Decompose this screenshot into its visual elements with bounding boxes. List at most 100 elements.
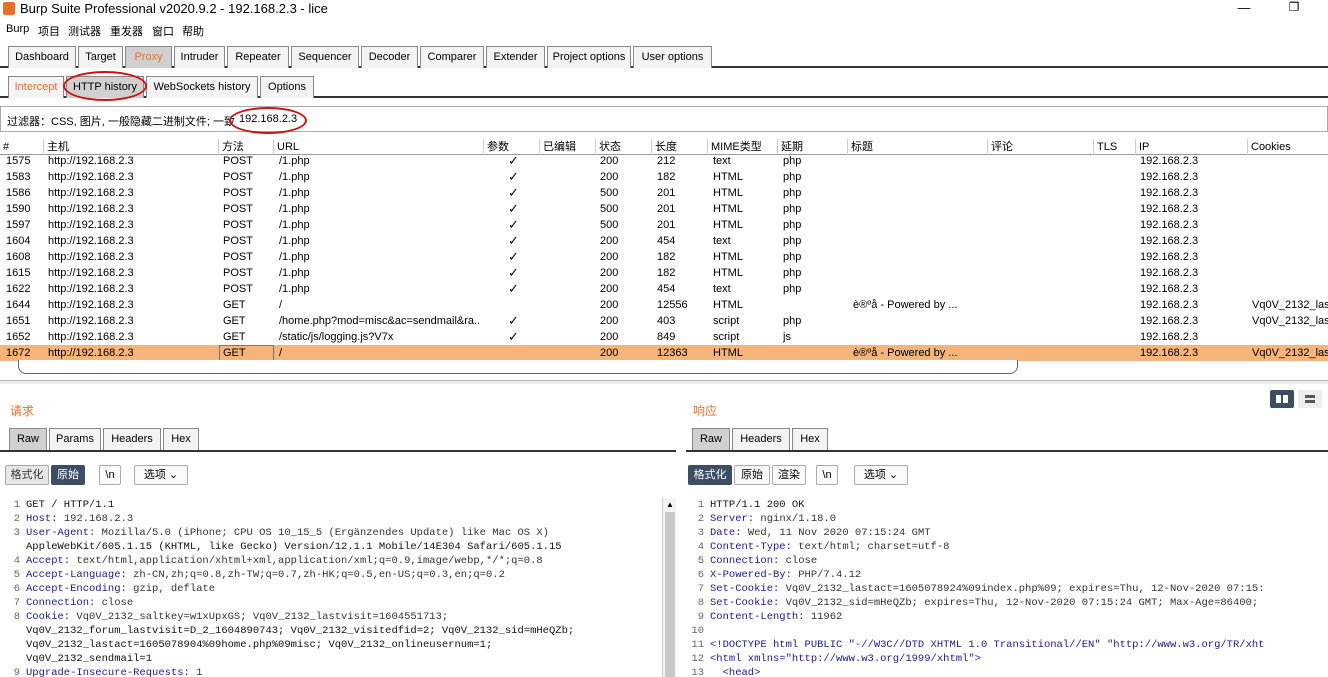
col-comment[interactable]: 评论 (988, 139, 1094, 155)
col-title[interactable]: 标题 (848, 139, 988, 155)
cell-title: è®ºå - Powered by ... (853, 347, 958, 359)
split-vertical-icon[interactable] (1298, 390, 1322, 408)
col-extension[interactable]: 延期 (778, 139, 848, 155)
code-line: Content-Length: 11962 (710, 611, 843, 623)
cell-mime: text (713, 235, 731, 247)
col-edited[interactable]: 已编辑 (540, 139, 596, 155)
minimize-icon[interactable]: — (1234, 0, 1254, 16)
tab-sequencer[interactable]: Sequencer (291, 46, 359, 68)
table-row[interactable]: 1575 http://192.168.2.3 POST/1.php ✓ 200 212 t… (0, 156, 1328, 169)
col-method[interactable]: 方法 (219, 139, 274, 155)
request-editor[interactable]: 1 GET / HTTP/1.1 2 Host: 192.168.2.3 3 User-A… (4, 498, 662, 677)
table-row[interactable]: 1590 http://192.168.2.3 POST/1.php ✓ 500 201 H… (0, 201, 1328, 217)
col-ip[interactable]: IP (1136, 139, 1248, 155)
request-tab-headers[interactable]: Headers (103, 428, 161, 450)
tab-project-options[interactable]: Project options (547, 46, 631, 68)
col-url[interactable]: URL (274, 139, 484, 155)
tab-http-history[interactable]: HTTP history (66, 76, 144, 98)
tab-user-options[interactable]: User options (633, 46, 712, 68)
tab-repeater[interactable]: Repeater (227, 46, 289, 68)
menu-help[interactable]: 帮助 (182, 23, 204, 39)
response-render-button[interactable]: 渲染 (772, 465, 806, 485)
table-row[interactable]: 1608 http://192.168.2.3 POST/1.php ✓ 200 182 H… (0, 249, 1328, 265)
table-row[interactable]: 1651 http://192.168.2.3 GET/home.php?mod=m… (0, 313, 1328, 329)
col-params[interactable]: 参数 (484, 139, 540, 155)
response-tab-headers[interactable]: Headers (732, 428, 790, 450)
response-editor[interactable]: 1 HTTP/1.1 200 OK 2 Server: nginx/1.18.0 3 Da… (688, 498, 1328, 677)
response-newline-button[interactable]: \n (816, 465, 838, 485)
cell-length: 849 (657, 331, 676, 343)
code-line: <head> (710, 667, 761, 677)
col-tls[interactable]: TLS (1094, 139, 1136, 155)
tab-proxy[interactable]: Proxy (125, 46, 172, 68)
line-number: 5 (697, 555, 704, 567)
line-number: 12 (691, 653, 704, 665)
table-row[interactable]: 1604 http://192.168.2.3 POST/1.php ✓ 200 454 t… (0, 233, 1328, 249)
table-row[interactable]: 1652 http://192.168.2.3 GET/static/js/logg… (0, 329, 1328, 345)
tab-comparer[interactable]: Comparer (420, 46, 484, 68)
request-raw-button[interactable]: 原始 (51, 465, 85, 485)
filter-bar[interactable]: 过滤器：CSS, 图片, 一般隐藏二进制文件; 一致 192.168.2.3 (0, 106, 1328, 132)
tab-intercept[interactable]: Intercept (8, 76, 64, 98)
response-tab-hex[interactable]: Hex (792, 428, 828, 450)
cell-host: http://192.168.2.3 (48, 315, 134, 327)
table-row[interactable]: 1644 http://192.168.2.3 GET / 200 12556 HTML è®… (0, 297, 1328, 313)
table-row[interactable]: 1586 http://192.168.2.3 POST/1.php ✓ 500 201 H… (0, 185, 1328, 201)
table-row[interactable]: 1615 http://192.168.2.3 POST/1.php ✓ 200 182 H… (0, 265, 1328, 281)
request-tab-params[interactable]: Params (49, 428, 101, 450)
code-line: X-Powered-By: PHP/7.4.12 (710, 569, 862, 581)
table-horizontal-scrollbar[interactable] (18, 360, 1018, 374)
request-tab-raw[interactable]: Raw (9, 428, 47, 450)
cell-title (853, 169, 983, 185)
line-number: 10 (691, 625, 704, 637)
tab-dashboard[interactable]: Dashboard (8, 46, 76, 68)
table-row[interactable]: 1622 http://192.168.2.3 POST/1.php ✓ 200 454 t… (0, 281, 1328, 297)
cell-title (853, 156, 983, 169)
response-options-dropdown[interactable]: 选项 ⌄ (854, 465, 908, 485)
request-vertical-scrollbar[interactable]: ▲ (662, 498, 676, 677)
table-row[interactable]: 1672 http://192.168.2.3 GET/200 12363 HTML è®… (0, 345, 1328, 361)
menu-window[interactable]: 窗口 (152, 23, 174, 39)
col-length[interactable]: 长度 (652, 139, 708, 155)
cell-id: 1644 (6, 299, 31, 311)
tab-intruder[interactable]: Intruder (174, 46, 225, 68)
col-id[interactable]: # (0, 139, 44, 155)
cell-url: /1.php (279, 187, 310, 199)
cell-id: 1604 (6, 235, 31, 247)
cell-id: 1622 (6, 283, 31, 295)
tab-target[interactable]: Target (78, 46, 123, 68)
tab-websockets-history[interactable]: WebSockets history (146, 76, 258, 98)
scroll-up-icon[interactable]: ▲ (666, 500, 674, 509)
tab-extender[interactable]: Extender (486, 46, 545, 68)
menu-repeater[interactable]: 重发器 (110, 23, 143, 39)
maximize-icon[interactable]: ❐ (1284, 0, 1304, 16)
request-tab-hex[interactable]: Hex (163, 428, 199, 450)
menu-intruder[interactable]: 测试器 (68, 23, 101, 39)
cell-ext: js (783, 331, 791, 343)
cell-title (853, 233, 983, 249)
request-newline-button[interactable]: \n (99, 465, 121, 485)
table-row[interactable]: 1583 http://192.168.2.3 POST/1.php ✓ 200 182 H… (0, 169, 1328, 185)
request-pretty-button[interactable]: 格式化 (5, 465, 49, 485)
col-host[interactable]: 主机 (44, 139, 219, 155)
split-horizontal-icon[interactable] (1270, 390, 1294, 408)
tab-decoder[interactable]: Decoder (361, 46, 418, 68)
request-options-dropdown[interactable]: 选项 ⌄ (134, 465, 188, 485)
request-scroll-thumb[interactable] (665, 512, 675, 677)
cell-ip: 192.168.2.3 (1140, 315, 1199, 327)
table-row[interactable]: 1597 http://192.168.2.3 POST/1.php ✓ 500 201 H… (0, 217, 1328, 233)
line-number: 1 (697, 499, 704, 511)
split-divider[interactable] (0, 380, 1328, 384)
menu-project[interactable]: 项目 (38, 23, 60, 39)
response-pretty-button[interactable]: 格式化 (688, 465, 732, 485)
col-cookies[interactable]: Cookies (1248, 139, 1328, 155)
window-title: Burp Suite Professional v2020.9.2 - 192.… (20, 1, 328, 16)
col-status[interactable]: 状态 (596, 139, 652, 155)
response-tab-raw[interactable]: Raw (692, 428, 730, 450)
tab-options[interactable]: Options (260, 76, 314, 98)
cell-mime: HTML (713, 219, 743, 231)
response-raw-button[interactable]: 原始 (734, 465, 770, 485)
col-mime[interactable]: MIME类型 (708, 139, 778, 155)
menu-burp[interactable]: Burp (6, 23, 29, 35)
cell-host: http://192.168.2.3 (48, 267, 134, 279)
